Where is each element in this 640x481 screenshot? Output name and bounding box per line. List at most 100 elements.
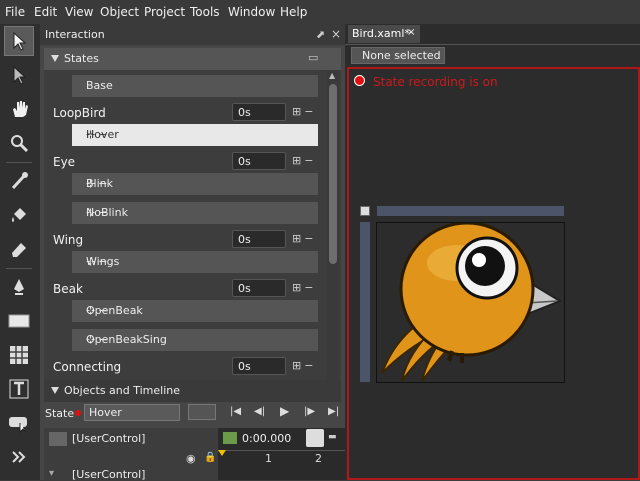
- ruler-tick-label: 1: [265, 452, 272, 465]
- state-group-wing: Wing: [53, 233, 84, 247]
- timeline-area[interactable]: 0:00.000 ▬ 1 2: [218, 428, 345, 480]
- zoom-ruler-icon[interactable]: ▬: [328, 432, 337, 442]
- state-actions-icon[interactable]: ⊹−: [86, 177, 314, 190]
- control-tool-icon[interactable]: [4, 408, 34, 438]
- scroll-up-icon[interactable]: ▲: [329, 71, 335, 80]
- last-frame-icon[interactable]: ▶|: [328, 406, 339, 417]
- direct-select-tool-icon[interactable]: [4, 60, 34, 90]
- next-frame-icon[interactable]: |▶: [304, 406, 315, 417]
- pan-hand-tool-icon[interactable]: [4, 94, 34, 124]
- recording-status: State recording is on: [373, 75, 498, 89]
- state-group-eye: Eye: [53, 155, 76, 169]
- artboard[interactable]: [376, 221, 565, 383]
- current-state-field[interactable]: Hover: [84, 404, 180, 421]
- state-openbeak[interactable]: OpenBeak ⊹−: [72, 300, 318, 322]
- lock-icon[interactable]: 🔒: [204, 452, 216, 463]
- record-indicator-icon[interactable]: [354, 75, 365, 86]
- transition-duration-input[interactable]: 0s: [232, 103, 286, 121]
- states-section-header[interactable]: States ▭: [44, 48, 341, 70]
- selection-tool-icon[interactable]: [4, 26, 34, 56]
- transition-duration-input[interactable]: 0s: [232, 230, 286, 248]
- menu-help[interactable]: Help: [280, 5, 307, 19]
- menu-tools[interactable]: Tools: [190, 5, 220, 19]
- state-base[interactable]: Base: [72, 75, 318, 97]
- collapse-triangle-icon[interactable]: [51, 55, 59, 62]
- pin-icon[interactable]: ⬈: [316, 28, 325, 41]
- objects-timeline-header[interactable]: Objects and Timeline: [44, 380, 341, 402]
- previous-frame-icon[interactable]: ◀|: [254, 406, 265, 417]
- zoom-tool-icon[interactable]: [4, 128, 34, 158]
- pen-tool-icon[interactable]: [4, 272, 34, 302]
- state-label: State: [45, 407, 75, 420]
- playhead-snap-icon[interactable]: [306, 429, 324, 447]
- document-area: Bird.xaml* × None selected State recordi…: [345, 24, 640, 480]
- menu-bar: File Edit View Object Project Tools Wind…: [0, 0, 640, 24]
- record-indicator-icon: [75, 410, 81, 416]
- document-tab[interactable]: Bird.xaml* ×: [348, 25, 420, 43]
- state-actions-icon[interactable]: ⊹−: [86, 304, 314, 317]
- tab-divider: [345, 44, 640, 45]
- group-actions-icon[interactable]: ⊞−: [292, 154, 316, 167]
- scrollbar-thumb[interactable]: [329, 84, 337, 264]
- eraser-tool-icon[interactable]: [4, 234, 34, 264]
- grid-layout-tool-icon[interactable]: [4, 340, 34, 370]
- visibility-eye-icon[interactable]: ◉: [186, 452, 196, 465]
- add-state-group-icon[interactable]: ▭: [308, 51, 318, 64]
- state-blink[interactable]: Blink ⊹−: [72, 173, 318, 195]
- state-wings[interactable]: Wings ⊹−: [72, 251, 318, 273]
- paint-bucket-tool-icon[interactable]: [4, 200, 34, 230]
- state-group-loopbird: LoopBird: [53, 106, 106, 120]
- states-scrollbar[interactable]: ▲ ▼: [327, 70, 339, 392]
- menu-edit[interactable]: Edit: [34, 5, 57, 19]
- grid-row-bar[interactable]: [360, 222, 370, 382]
- play-icon[interactable]: ▶: [280, 404, 289, 418]
- state-actions-icon[interactable]: ⊹−: [86, 206, 314, 219]
- grid-corner-icon[interactable]: [360, 206, 370, 216]
- state-openbeaksing[interactable]: OpenBeakSing ⊹−: [72, 329, 318, 351]
- grid-column-bar[interactable]: [377, 206, 564, 216]
- eyedropper-tool-icon[interactable]: [4, 166, 34, 196]
- group-actions-icon[interactable]: ⊞−: [292, 232, 316, 245]
- menu-file[interactable]: File: [5, 5, 25, 19]
- text-tool-icon[interactable]: [4, 374, 34, 404]
- panel-title: Interaction: [45, 28, 105, 41]
- collapse-triangle-icon[interactable]: [51, 387, 59, 394]
- expand-triangle-icon[interactable]: ▾: [49, 468, 54, 479]
- menu-view[interactable]: View: [65, 5, 93, 19]
- selection-breadcrumb[interactable]: None selected: [351, 47, 445, 64]
- state-actions-icon[interactable]: ⊹−: [86, 255, 314, 268]
- close-icon[interactable]: ×: [331, 27, 341, 41]
- tree-root-label[interactable]: [UserControl]: [72, 432, 145, 445]
- assets-expand-icon[interactable]: [4, 442, 34, 472]
- tree-child-label[interactable]: [UserControl]: [72, 468, 145, 481]
- menu-project[interactable]: Project: [144, 5, 185, 19]
- menu-window[interactable]: Window: [228, 5, 275, 19]
- transition-duration-input[interactable]: 0s: [232, 357, 286, 375]
- state-hover[interactable]: Hover ⊹−: [72, 124, 318, 146]
- state-noblink[interactable]: NoBlink ⊹−: [72, 202, 318, 224]
- time-display[interactable]: 0:00.000: [242, 432, 291, 445]
- interaction-panel-header: Interaction ⬈ ×: [40, 24, 345, 45]
- state-group-beak: Beak: [53, 282, 83, 296]
- time-ruler: 1 2: [218, 450, 345, 471]
- state-actions-icon[interactable]: ⊹−: [86, 128, 314, 141]
- snapping-toggle-icon[interactable]: [188, 404, 216, 420]
- rectangle-tool-icon[interactable]: [4, 306, 34, 336]
- playhead-marker-icon[interactable]: [218, 450, 226, 456]
- interaction-panel: Interaction ⬈ × States ▭ Base LoopBird 0…: [40, 24, 345, 481]
- transition-duration-input[interactable]: 0s: [232, 152, 286, 170]
- tab-close-icon[interactable]: ×: [407, 27, 415, 38]
- objects-tree: [UserControl] ◉ 🔒 ▾ [UserControl]: [44, 428, 218, 481]
- transition-duration-input[interactable]: 0s: [232, 279, 286, 297]
- state-actions-icon[interactable]: ⊹−: [86, 333, 314, 346]
- group-actions-icon[interactable]: ⊞−: [292, 105, 316, 118]
- menu-object[interactable]: Object: [100, 5, 139, 19]
- bird-illustration: [381, 221, 563, 382]
- toolbar-divider: [6, 162, 32, 163]
- group-actions-icon[interactable]: ⊞−: [292, 281, 316, 294]
- first-frame-icon[interactable]: |◀: [230, 406, 241, 417]
- record-keyframe-icon[interactable]: [223, 432, 237, 444]
- scope-up-icon[interactable]: [49, 432, 67, 446]
- group-actions-icon[interactable]: ⊞−: [292, 359, 316, 372]
- ruler-tick-label: 2: [315, 452, 322, 465]
